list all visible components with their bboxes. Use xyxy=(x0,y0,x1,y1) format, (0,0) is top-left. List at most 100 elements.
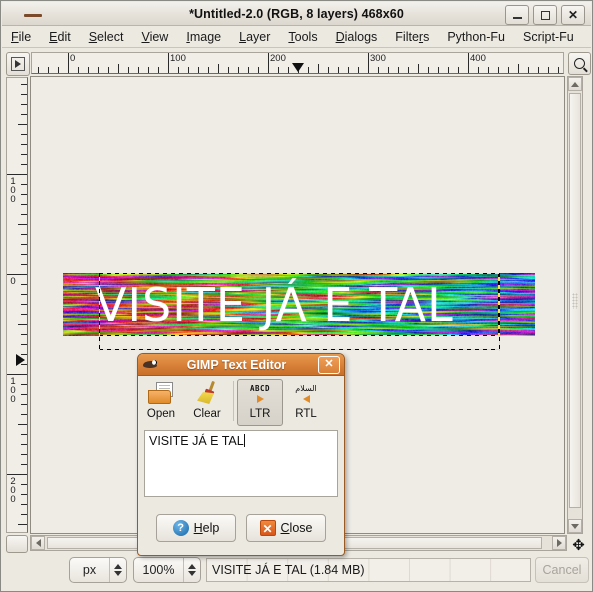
vertical-scroll-thumb[interactable] xyxy=(569,93,581,508)
menu-view[interactable]: View xyxy=(132,28,177,46)
ruler-tick xyxy=(48,67,49,73)
menu-filters[interactable]: Filters xyxy=(386,28,438,46)
clear-button[interactable]: Clear xyxy=(184,379,230,426)
ruler-tick xyxy=(18,224,27,225)
dialog-close-button[interactable]: ✕ Close xyxy=(246,514,326,542)
spinner-up-icon[interactable] xyxy=(114,564,122,569)
ruler-tick xyxy=(148,67,149,73)
window-titlebar: *Untitled-2.0 (RGB, 8 layers) 468x60 ✕ xyxy=(2,2,591,26)
open-button[interactable]: Open xyxy=(138,379,184,426)
ruler-tick xyxy=(68,53,69,73)
vertical-ruler[interactable]: 100 0 100 200 xyxy=(6,77,28,533)
chevron-right-icon xyxy=(556,539,562,547)
ruler-tick xyxy=(21,194,27,195)
quickmask-toggle-button[interactable] xyxy=(6,535,28,553)
maximize-button[interactable] xyxy=(533,5,557,25)
ruler-tick xyxy=(238,67,239,73)
ruler-tick xyxy=(488,67,489,73)
ruler-origin-button[interactable] xyxy=(6,52,30,76)
ruler-tick xyxy=(7,474,27,475)
ruler-tick xyxy=(268,53,269,73)
ruler-tick xyxy=(388,67,389,73)
minimize-button[interactable] xyxy=(505,5,529,25)
scroll-down-button[interactable] xyxy=(568,519,582,533)
scroll-right-button[interactable] xyxy=(552,536,566,550)
ruler-tick xyxy=(418,64,419,73)
vertical-scrollbar[interactable] xyxy=(567,76,583,534)
ruler-tick xyxy=(21,444,27,445)
ruler-tick xyxy=(7,274,27,275)
text-input-value: VISITE JÁ E TAL xyxy=(149,434,244,448)
unit-combobox[interactable]: px xyxy=(69,557,127,583)
scroll-up-button[interactable] xyxy=(568,77,582,91)
ruler-tick xyxy=(468,53,469,73)
zoom-spinner[interactable] xyxy=(183,558,200,582)
text-caret xyxy=(243,434,245,447)
ruler-tick xyxy=(178,67,179,73)
menu-script-fu[interactable]: Script-Fu xyxy=(514,28,583,46)
ruler-tick xyxy=(548,67,549,73)
ruler-tick xyxy=(7,374,27,375)
menu-python-fu[interactable]: Python-Fu xyxy=(438,28,514,46)
menu-edit[interactable]: Edit xyxy=(40,28,80,46)
rtl-button-label: RTL xyxy=(295,408,317,420)
zoom-value: 100% xyxy=(142,563,175,577)
rtl-direction-icon: السلام xyxy=(295,380,317,406)
open-button-label: Open xyxy=(146,408,176,420)
rtl-toggle-button[interactable]: السلام RTL xyxy=(283,379,329,426)
ruler-tick xyxy=(21,144,27,145)
ruler-tick xyxy=(21,454,27,455)
scroll-left-button[interactable] xyxy=(31,536,45,550)
menu-select[interactable]: Select xyxy=(80,28,133,46)
menu-image[interactable]: Image xyxy=(177,28,230,46)
menu-tools[interactable]: Tools xyxy=(279,28,326,46)
horizontal-ruler[interactable]: 0 100 200 300 400 xyxy=(31,52,564,74)
cancel-button: Cancel xyxy=(535,557,589,583)
zoom-image-button[interactable] xyxy=(568,52,591,75)
menu-layer[interactable]: Layer xyxy=(230,28,279,46)
menu-dialogs[interactable]: Dialogs xyxy=(327,28,387,46)
ruler-tick xyxy=(21,384,27,385)
ruler-tick xyxy=(21,214,27,215)
close-button-label: Close xyxy=(280,521,313,535)
text-input-area[interactable]: VISITE JÁ E TAL xyxy=(144,430,338,497)
ruler-label: 200 xyxy=(7,476,19,503)
spinner-down-icon[interactable] xyxy=(114,571,122,576)
ruler-tick xyxy=(21,164,27,165)
ruler-tick xyxy=(168,53,169,73)
close-button[interactable]: ✕ xyxy=(561,5,585,25)
text-editor-dialog[interactable]: GIMP Text Editor ✕ Open Clear ABCD LTR ا… xyxy=(137,353,345,556)
text-layer-selection-boundary xyxy=(99,273,499,336)
ruler-tick xyxy=(558,67,559,73)
spinner-down-icon[interactable] xyxy=(188,571,196,576)
ruler-label: 0 xyxy=(7,276,19,285)
ruler-tick xyxy=(21,414,27,415)
spinner-up-icon[interactable] xyxy=(188,564,196,569)
unit-spinner[interactable] xyxy=(109,558,126,582)
help-icon: ? xyxy=(172,520,189,536)
dialog-titlebar: GIMP Text Editor ✕ xyxy=(138,354,344,376)
window-title: *Untitled-2.0 (RGB, 8 layers) 468x60 xyxy=(189,7,404,21)
ruler-tick xyxy=(21,84,27,85)
menubar: File Edit Select View Image Layer Tools … xyxy=(2,26,591,48)
zoom-combobox[interactable]: 100% xyxy=(133,557,201,583)
chevron-left-icon xyxy=(35,539,41,547)
help-button[interactable]: ? Help xyxy=(156,514,236,542)
maximize-icon xyxy=(540,10,550,20)
ltr-toggle-button[interactable]: ABCD LTR xyxy=(237,379,283,426)
chevron-down-icon xyxy=(571,523,579,529)
ruler-tick xyxy=(508,67,509,73)
ruler-tick xyxy=(428,67,429,73)
menu-file[interactable]: File xyxy=(2,28,40,46)
ltr-direction-icon: ABCD xyxy=(250,380,270,406)
ruler-tick xyxy=(21,234,27,235)
dialog-close-icon[interactable]: ✕ xyxy=(318,355,340,374)
ruler-tick xyxy=(21,334,27,335)
magnifier-icon xyxy=(574,58,585,69)
ruler-tick xyxy=(338,67,339,73)
ruler-label: 100 xyxy=(7,376,19,403)
ruler-tick xyxy=(258,67,259,73)
ruler-tick xyxy=(21,304,27,305)
ruler-tick xyxy=(21,464,27,465)
minimize-icon xyxy=(512,17,522,19)
